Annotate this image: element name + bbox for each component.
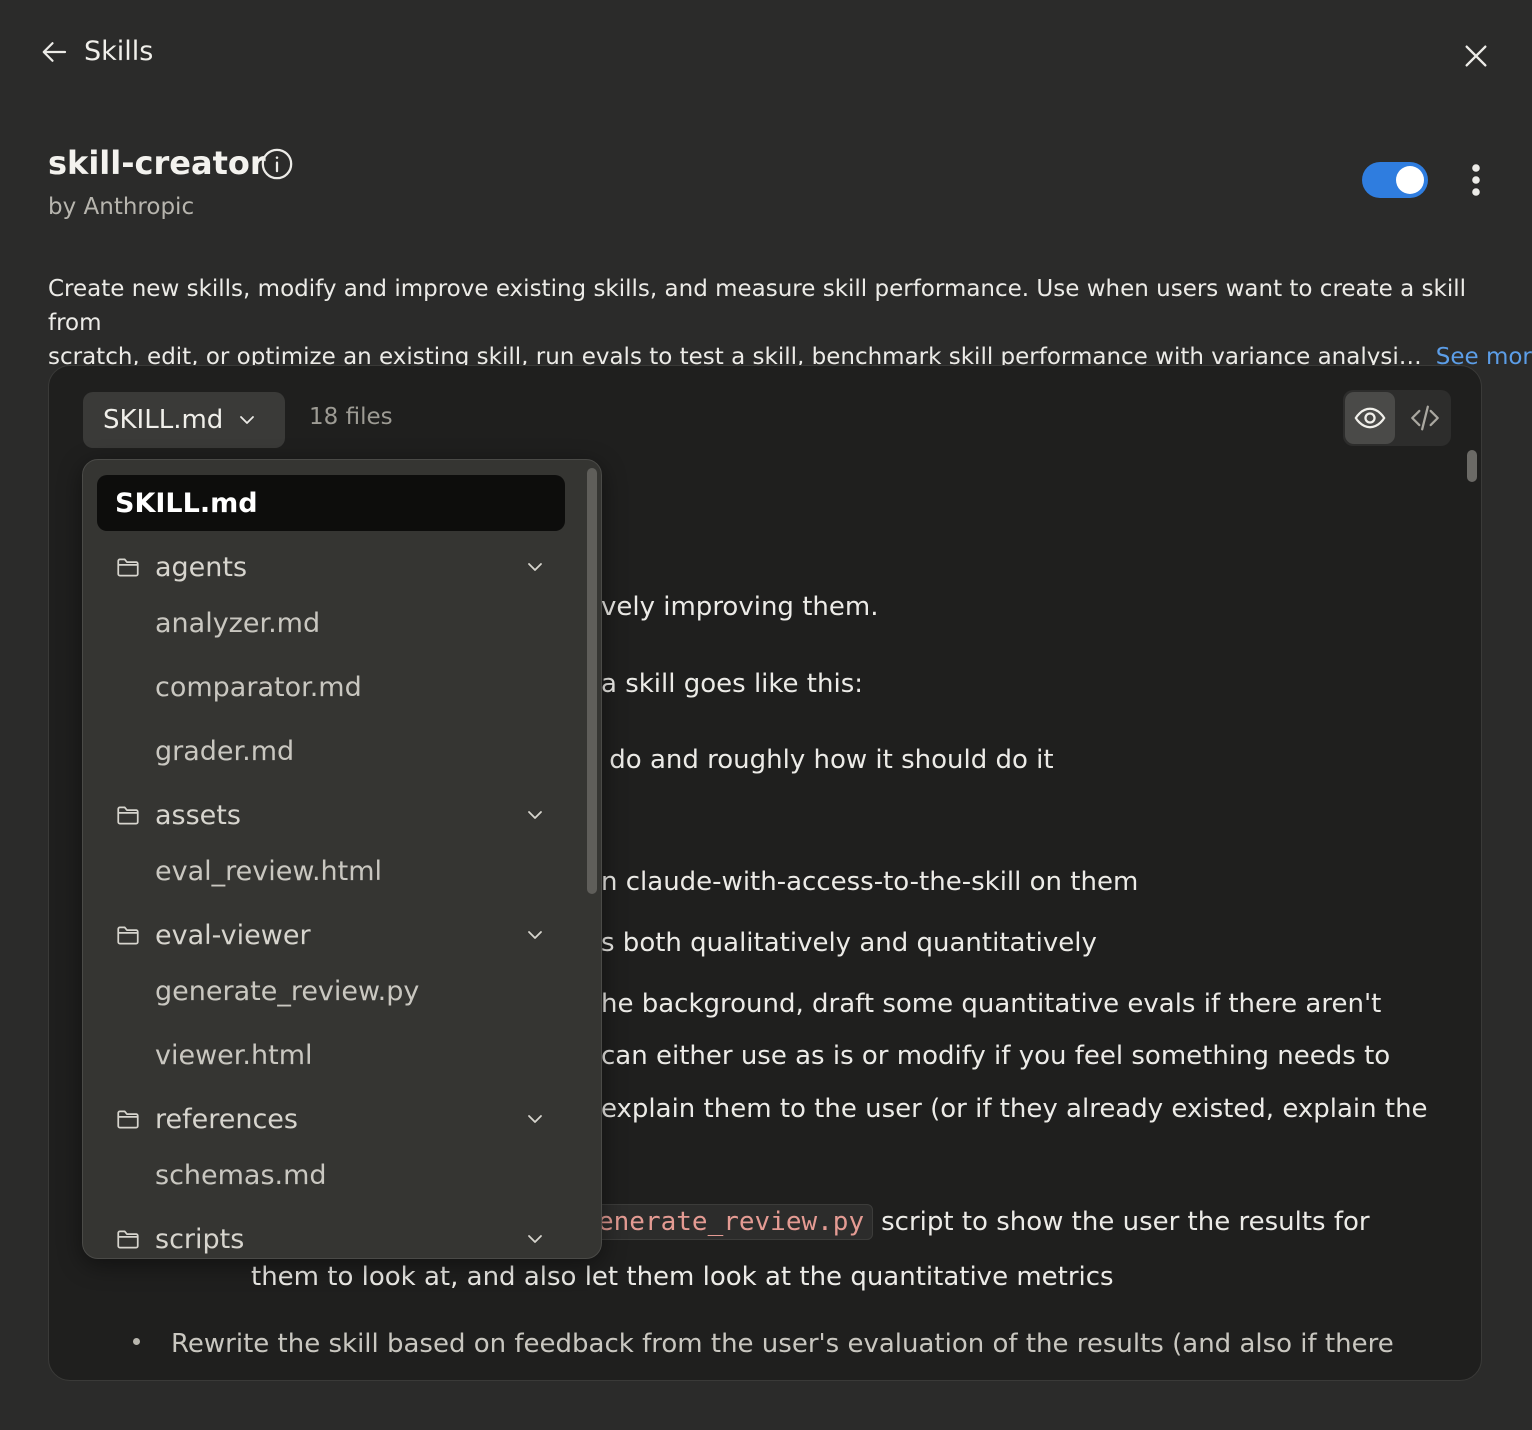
folder-label: assets <box>155 799 241 831</box>
skill-author: by Anthropic <box>48 194 195 220</box>
folder-eval-viewer[interactable]: eval-viewer <box>97 907 565 963</box>
file-item[interactable]: comparator.md <box>97 659 565 715</box>
folder-assets[interactable]: assets <box>97 787 565 843</box>
chevron-down-icon <box>528 563 542 571</box>
file-item[interactable]: grader.md <box>97 723 565 779</box>
folder-references[interactable]: references <box>97 1091 565 1147</box>
folder-icon <box>117 1110 139 1129</box>
chevron-down-icon <box>240 416 255 424</box>
page-title: Skills <box>84 36 154 67</box>
content-line-2: a skill goes like this: <box>601 669 863 699</box>
dropdown-item-label: SKILL.md <box>115 487 258 519</box>
chevron-down-icon <box>528 931 542 939</box>
dropdown-item-skill-md[interactable]: SKILL.md <box>97 475 565 531</box>
folder-icon <box>117 926 139 945</box>
toggle-knob <box>1396 166 1424 194</box>
file-dropdown: SKILL.md agents analyzer.md comparator.m… <box>82 459 602 1259</box>
content-scrollbar[interactable] <box>1467 450 1477 482</box>
file-label: grader.md <box>155 735 295 767</box>
file-label: viewer.html <box>155 1039 313 1071</box>
eye-icon <box>1354 407 1386 429</box>
skill-description: Create new skills, modify and improve ex… <box>48 272 1532 374</box>
file-label: schemas.md <box>155 1159 327 1191</box>
content-line-4: n claude-with-access-to-the-skill on the… <box>601 867 1139 897</box>
folder-scripts[interactable]: scripts <box>97 1211 565 1258</box>
file-item[interactable]: schemas.md <box>97 1147 565 1203</box>
back-arrow-icon[interactable] <box>40 37 70 67</box>
skill-name: skill-creator <box>48 144 266 182</box>
folder-icon <box>117 558 139 577</box>
chevron-down-icon <box>528 811 542 819</box>
folder-icon <box>117 806 139 825</box>
content-bullet-text: Rewrite the skill based on feedback from… <box>171 1329 1394 1359</box>
description-line-1: Create new skills, modify and improve ex… <box>48 276 1467 336</box>
content-line-10: them to look at, and also let them look … <box>251 1262 1114 1292</box>
code-icon <box>1411 405 1439 431</box>
file-label: analyzer.md <box>155 607 321 639</box>
content-line-7: can either use as is or modify if you fe… <box>601 1041 1391 1071</box>
content-line-9-text: script to show the user the results for <box>881 1207 1370 1237</box>
more-options-icon[interactable] <box>1460 160 1492 200</box>
file-item[interactable]: generate_review.py <box>97 963 565 1019</box>
content-line-3: do and roughly how it should do it <box>601 745 1054 775</box>
file-item[interactable]: analyzer.md <box>97 595 565 651</box>
dropdown-scrollbar[interactable] <box>587 468 597 894</box>
content-line-5: s both qualitatively and quantitatively <box>601 928 1097 958</box>
folder-icon <box>117 1230 139 1249</box>
selected-file-label: SKILL.md <box>103 405 224 435</box>
inline-code: enerate_review.py <box>589 1204 874 1240</box>
content-line-1: vely improving them. <box>601 592 879 622</box>
folder-label: eval-viewer <box>155 919 311 951</box>
file-selector[interactable]: SKILL.md <box>83 392 285 448</box>
file-label: comparator.md <box>155 671 362 703</box>
header: Skills <box>40 36 153 67</box>
folder-label: agents <box>155 551 248 583</box>
bullet-dot <box>133 1338 140 1345</box>
folder-agents[interactable]: agents <box>97 539 565 595</box>
folder-label: scripts <box>155 1223 245 1255</box>
file-label: generate_review.py <box>155 975 420 1007</box>
close-icon[interactable] <box>1460 40 1492 72</box>
folder-label: references <box>155 1103 298 1135</box>
file-item[interactable]: viewer.html <box>97 1027 565 1083</box>
enable-skill-toggle[interactable] <box>1362 162 1428 198</box>
chevron-down-icon <box>528 1115 542 1123</box>
file-label: eval_review.html <box>155 855 383 887</box>
chevron-down-icon <box>528 1235 542 1243</box>
content-line-6: he background, draft some quantitative e… <box>601 989 1382 1019</box>
file-count: 18 files <box>309 404 393 430</box>
content-line-9: enerate_review.py script to show the user… <box>589 1204 1370 1240</box>
view-mode-toggle <box>1343 390 1451 446</box>
content-line-8: explain them to the user (or if they alr… <box>601 1094 1428 1124</box>
preview-mode-button[interactable] <box>1345 392 1395 444</box>
info-icon[interactable] <box>260 147 294 181</box>
code-mode-button[interactable] <box>1401 392 1449 444</box>
file-item[interactable]: eval_review.html <box>97 843 565 899</box>
